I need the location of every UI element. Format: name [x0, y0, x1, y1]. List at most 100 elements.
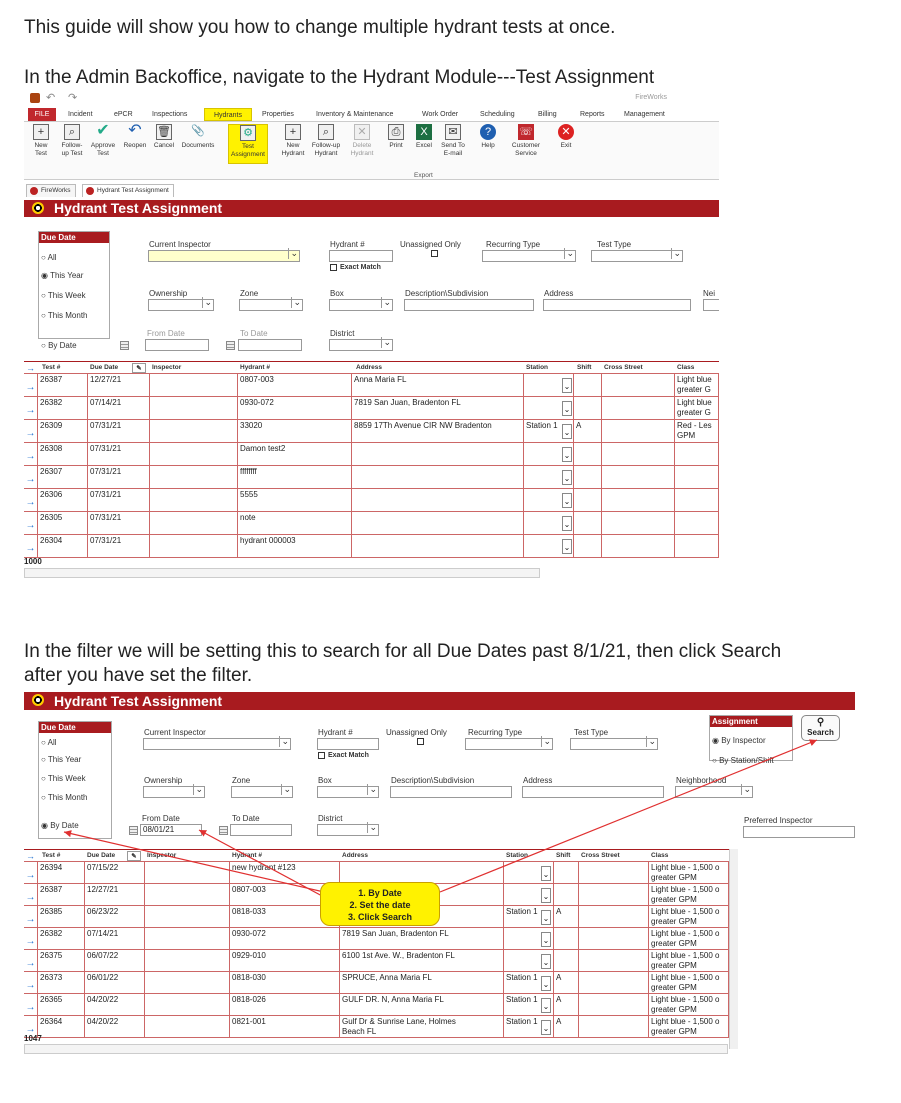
station-dropdown[interactable]: ⌄: [562, 539, 572, 554]
cell-inspector[interactable]: [150, 397, 238, 420]
due-all-radio[interactable]: ○ All: [41, 253, 57, 262]
cell-due[interactable]: 07/31/21: [88, 535, 150, 558]
cell-hydrant[interactable]: Damon test2: [238, 443, 352, 466]
print-button[interactable]: ⎙ Print: [384, 124, 408, 150]
cell-hydrant[interactable]: 0930-072: [238, 397, 352, 420]
row-open-arrow-icon[interactable]: →: [24, 512, 38, 535]
tab-epcr[interactable]: ePCR: [114, 108, 133, 121]
horizontal-scrollbar[interactable]: [24, 568, 540, 578]
followup-test-button[interactable]: ⌕ Follow- up Test: [58, 124, 86, 158]
doc-tab-fireworks[interactable]: FireWorks: [26, 184, 76, 197]
cell-test[interactable]: 26305: [38, 512, 88, 535]
cell-cross[interactable]: [602, 489, 675, 512]
cell-cross[interactable]: [602, 420, 675, 443]
tab-work-order[interactable]: Work Order: [422, 108, 458, 121]
unassigned-only-checkbox[interactable]: [431, 250, 438, 257]
to-date-input[interactable]: [238, 339, 302, 351]
cell-test[interactable]: 26308: [38, 443, 88, 466]
address-input[interactable]: [543, 299, 691, 311]
station-dropdown[interactable]: ⌄: [562, 493, 572, 508]
table-row[interactable]: → 26309 07/31/21 33020 8859 17Th Avenue CIR …: [24, 420, 719, 443]
due-this-month-radio[interactable]: ○ This Month: [41, 311, 88, 320]
cell-shift[interactable]: A: [574, 420, 602, 443]
cell-address[interactable]: [352, 535, 524, 558]
cell-hydrant[interactable]: note: [238, 512, 352, 535]
cell-inspector[interactable]: [150, 512, 238, 535]
cell-cross[interactable]: [602, 512, 675, 535]
table-row[interactable]: → 26387 12/27/21 0807-003 Anna Maria FL Light…: [24, 374, 719, 397]
cell-shift[interactable]: [574, 466, 602, 489]
cell-due[interactable]: 12/27/21: [88, 374, 150, 397]
send-email-button[interactable]: ✉ Send To E-mail: [438, 124, 468, 158]
cell-shift[interactable]: [574, 489, 602, 512]
col-test-number[interactable]: Test #: [42, 364, 60, 374]
cell-hydrant[interactable]: hydrant 000003: [238, 535, 352, 558]
col-shift[interactable]: Shift: [577, 364, 591, 374]
row-open-arrow-icon[interactable]: →: [24, 466, 38, 489]
cell-inspector[interactable]: [150, 374, 238, 397]
cell-due[interactable]: 07/31/21: [88, 443, 150, 466]
cell-address[interactable]: Anna Maria FL: [352, 374, 524, 397]
table-row[interactable]: → 26304 07/31/21 hydrant 000003 ⌄: [24, 535, 719, 558]
station-dropdown[interactable]: ⌄: [562, 401, 572, 416]
cell-class[interactable]: [675, 512, 719, 535]
due-this-year-radio[interactable]: ◉ This Year: [41, 271, 83, 280]
station-dropdown[interactable]: ⌄: [562, 378, 572, 393]
tab-billing[interactable]: Billing: [538, 108, 557, 121]
exact-match-checkbox[interactable]: [330, 264, 337, 271]
cell-cross[interactable]: [602, 535, 675, 558]
row-open-arrow-icon[interactable]: →: [24, 443, 38, 466]
followup-hydrant-button[interactable]: ⌕ Follow-up Hydrant: [308, 124, 344, 158]
cell-class[interactable]: Red - Les GPM: [675, 420, 719, 443]
ownership-select[interactable]: [148, 297, 214, 311]
test-assignment-button[interactable]: ⚙ Test Assignment: [228, 124, 268, 164]
exit-button[interactable]: ✕ Exit: [554, 124, 578, 150]
hydrant-number-input[interactable]: [329, 250, 393, 262]
tab-properties[interactable]: Properties: [262, 108, 294, 121]
from-date-calendar-icon[interactable]: [120, 341, 129, 350]
cell-due[interactable]: 07/31/21: [88, 512, 150, 535]
cell-shift[interactable]: [574, 512, 602, 535]
station-dropdown[interactable]: ⌄: [562, 516, 572, 531]
cell-address[interactable]: [352, 489, 524, 512]
description-subdivision-input[interactable]: [404, 299, 534, 311]
cell-cross[interactable]: [602, 443, 675, 466]
col-address[interactable]: Address: [356, 364, 382, 374]
cell-cross[interactable]: [602, 466, 675, 489]
col-inspector[interactable]: Inspector: [152, 364, 181, 374]
tab-reports[interactable]: Reports: [580, 108, 605, 121]
table-row[interactable]: → 26306 07/31/21 5555 ⌄: [24, 489, 719, 512]
doc-tab-hydrant-test-assignment[interactable]: Hydrant Test Assignment: [82, 184, 174, 197]
station-dropdown[interactable]: ⌄: [562, 424, 572, 439]
tab-management[interactable]: Management: [624, 108, 665, 121]
col-station[interactable]: Station: [526, 364, 548, 374]
cell-hydrant[interactable]: 0807-003: [238, 374, 352, 397]
tab-hydrants[interactable]: Hydrants: [204, 108, 252, 121]
cell-test[interactable]: 26304: [38, 535, 88, 558]
redo-icon[interactable]: ↷: [68, 91, 77, 104]
cell-test[interactable]: 26309: [38, 420, 88, 443]
row-open-arrow-icon[interactable]: →: [24, 535, 38, 558]
to-date-calendar-icon[interactable]: [226, 341, 235, 350]
row-open-arrow-icon[interactable]: →: [24, 374, 38, 397]
excel-button[interactable]: X Excel: [412, 124, 436, 150]
cell-inspector[interactable]: [150, 489, 238, 512]
due-this-week-radio[interactable]: ○ This Week: [41, 291, 86, 300]
cell-shift[interactable]: [574, 374, 602, 397]
cell-class[interactable]: Light blue greater G: [675, 374, 719, 397]
cell-address[interactable]: [352, 443, 524, 466]
station-dropdown[interactable]: ⌄: [562, 470, 572, 485]
cell-due[interactable]: 07/31/21: [88, 489, 150, 512]
tab-inspections[interactable]: Inspections: [152, 108, 187, 121]
approve-test-button[interactable]: ✔ Approve Test: [88, 123, 118, 158]
cell-hydrant[interactable]: ffffffff: [238, 466, 352, 489]
cell-class[interactable]: [675, 489, 719, 512]
cell-class[interactable]: [675, 466, 719, 489]
row-open-arrow-icon[interactable]: →: [24, 397, 38, 420]
cell-hydrant[interactable]: 33020: [238, 420, 352, 443]
cell-shift[interactable]: [574, 443, 602, 466]
cell-shift[interactable]: [574, 397, 602, 420]
cell-inspector[interactable]: [150, 535, 238, 558]
tab-incident[interactable]: Incident: [68, 108, 93, 121]
cell-address[interactable]: 7819 San Juan, Bradenton FL: [352, 397, 524, 420]
